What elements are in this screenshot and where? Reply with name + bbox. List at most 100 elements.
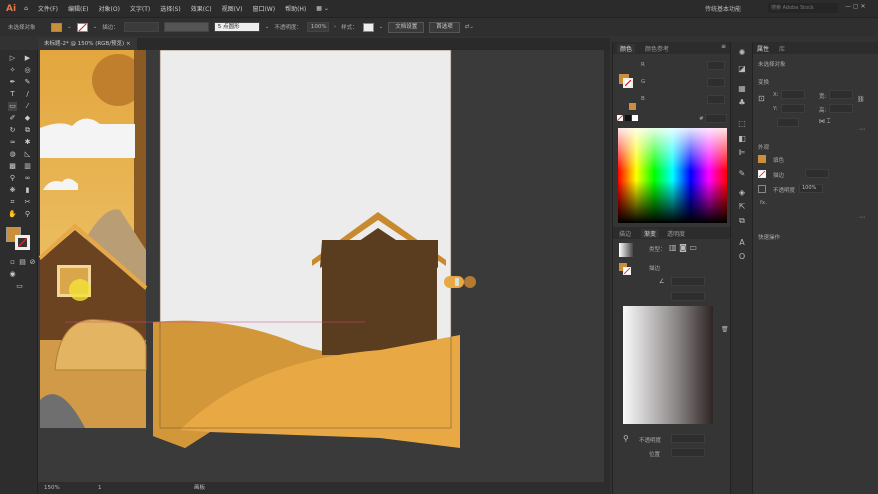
flip-icons[interactable]: ⋈ ⌶: [819, 118, 831, 126]
menu-view[interactable]: 视图(V): [222, 4, 243, 13]
document-setup-button[interactable]: 文档设置: [388, 21, 425, 33]
white-swatch[interactable]: [632, 115, 638, 121]
puppet-warp-icon[interactable]: ✱: [23, 138, 32, 147]
align-options-icon[interactable]: ⇄⌄: [465, 24, 474, 30]
slice-tool-icon[interactable]: ✂: [23, 198, 32, 207]
tab-properties[interactable]: 属性: [757, 44, 769, 53]
stroke-color-swatch[interactable]: [15, 235, 30, 250]
opentype-icon[interactable]: O: [737, 252, 747, 262]
eyedropper-icon[interactable]: ⚲: [8, 174, 17, 183]
perspective-grid-icon[interactable]: ◺: [23, 150, 32, 159]
tab-color[interactable]: 颜色: [617, 44, 636, 53]
shaper-tool-icon[interactable]: ✐: [8, 114, 17, 123]
lasso-icon[interactable]: ◎: [23, 66, 32, 75]
mesh-tool-icon[interactable]: ▩: [8, 162, 17, 171]
graph-tool-icon[interactable]: ▮: [23, 186, 32, 195]
menu-help[interactable]: 帮助(H): [285, 4, 306, 13]
canvas-area[interactable]: [38, 49, 610, 482]
swatches-icon[interactable]: ▦: [737, 84, 747, 94]
menu-object[interactable]: 对象(O): [99, 4, 120, 13]
workspace-switcher[interactable]: 传统基本功能: [705, 4, 741, 13]
align-icon[interactable]: ⊫: [737, 148, 747, 158]
reference-point-icon[interactable]: ⊡: [758, 94, 765, 103]
menu-window[interactable]: 窗口(W): [252, 4, 275, 13]
x-input[interactable]: [781, 90, 805, 99]
width-input[interactable]: [829, 90, 853, 99]
gradient-preview-swatch[interactable]: [619, 243, 633, 257]
gradient-eyedropper-icon[interactable]: ⚲: [623, 434, 629, 443]
direct-selection-tool-icon[interactable]: ▶: [23, 54, 32, 63]
stock-search-input[interactable]: 搜索 Adobe Stock: [768, 3, 838, 13]
gradient-type-icons[interactable]: ▥ ◙ ▭: [669, 243, 697, 252]
screen-mode-icon[interactable]: ▭: [15, 282, 24, 291]
color-spectrum[interactable]: [618, 128, 727, 223]
magic-wand-icon[interactable]: ✧: [8, 66, 17, 75]
r-input[interactable]: [707, 61, 725, 70]
none-mode-icon[interactable]: ⊘: [28, 258, 37, 267]
style-swatch[interactable]: [362, 22, 374, 32]
scale-tool-icon[interactable]: ⧉: [23, 126, 32, 135]
line-tool-icon[interactable]: /: [23, 90, 32, 99]
arrange-icon[interactable]: ▦ ⌄: [316, 5, 329, 12]
rectangle-tool-icon[interactable]: ▭: [8, 102, 17, 111]
gradient-annotator[interactable]: [444, 276, 476, 288]
transform-icon[interactable]: ⬚: [737, 119, 747, 129]
opacity-field[interactable]: 100%: [799, 184, 823, 193]
curvature-tool-icon[interactable]: ✎: [23, 78, 32, 87]
symbols-icon[interactable]: ♣: [737, 98, 747, 108]
shape-builder-icon[interactable]: ◍: [8, 150, 17, 159]
color-mode-icon[interactable]: ▫: [8, 258, 17, 267]
symbol-sprayer-icon[interactable]: ❋: [8, 186, 17, 195]
appearance-stroke-swatch[interactable]: [758, 170, 766, 178]
menu-file[interactable]: 文件(F): [38, 4, 58, 13]
out-of-gamut-swatch[interactable]: [629, 103, 636, 110]
panel-stroke-swatch[interactable]: [623, 78, 633, 88]
blend-tool-icon[interactable]: ∞: [23, 174, 32, 183]
tab-stroke[interactable]: 描边: [619, 229, 631, 238]
draw-mode-icon[interactable]: ◉: [8, 270, 17, 279]
rotate-input[interactable]: [777, 118, 799, 127]
character-icon[interactable]: A: [737, 238, 747, 248]
appearance-more-icon[interactable]: ⋯: [859, 214, 865, 221]
angle-input[interactable]: [671, 277, 705, 286]
type-tool-icon[interactable]: T: [8, 90, 17, 99]
house-body[interactable]: [322, 240, 437, 355]
constrain-proportions-icon[interactable]: ⛓: [857, 96, 865, 103]
artboards-icon[interactable]: ⧉: [737, 216, 747, 226]
zoom-select[interactable]: 150%: [44, 482, 60, 494]
graphic-styles-icon[interactable]: ◪: [737, 64, 747, 74]
eraser-icon[interactable]: ◆: [23, 114, 32, 123]
menu-effect[interactable]: 效果(C): [191, 4, 212, 13]
artboard-tool-icon[interactable]: ⌗: [8, 198, 17, 207]
tab-libraries[interactable]: 库: [779, 44, 785, 53]
y-input[interactable]: [781, 104, 805, 113]
stop-opacity-input[interactable]: [671, 434, 705, 443]
height-input[interactable]: [829, 104, 853, 113]
appearance-fill-swatch[interactable]: [758, 155, 766, 163]
fill-swatch[interactable]: [51, 22, 62, 32]
stroke-weight-field[interactable]: [805, 169, 829, 178]
warp-tool-icon[interactable]: ≈: [8, 138, 17, 147]
artboard-nav[interactable]: 1: [98, 482, 102, 494]
rotate-tool-icon[interactable]: ↻: [8, 126, 17, 135]
stroke-swatch[interactable]: [76, 22, 88, 32]
stroke-weight-input[interactable]: [123, 22, 159, 32]
tab-gradient[interactable]: 渐变: [641, 229, 660, 238]
more-options-icon[interactable]: ⋯: [859, 126, 865, 133]
menu-select[interactable]: 选择(S): [160, 4, 181, 13]
gradient-tool-icon[interactable]: ▥: [23, 162, 32, 171]
gradient-slider[interactable]: [623, 306, 713, 424]
panel-menu-icon[interactable]: ≡: [721, 43, 726, 50]
delete-stop-icon[interactable]: 🗑: [721, 326, 729, 333]
vertical-scrollbar[interactable]: [604, 50, 610, 482]
home-icon[interactable]: ⌂: [24, 5, 28, 12]
tab-transparency[interactable]: 透明度: [667, 229, 685, 238]
tab-color-guide[interactable]: 颜色参考: [645, 44, 669, 53]
export-icon[interactable]: ⇱: [737, 202, 747, 212]
gradient-stroke-swatch[interactable]: [623, 267, 631, 275]
appearance-icon[interactable]: ✺: [737, 48, 747, 58]
brush-select[interactable]: 5 点圆形: [213, 22, 260, 32]
stop-location-input[interactable]: [671, 448, 705, 457]
menu-type[interactable]: 文字(T): [130, 4, 150, 13]
hand-tool-icon[interactable]: ✋: [8, 210, 17, 219]
